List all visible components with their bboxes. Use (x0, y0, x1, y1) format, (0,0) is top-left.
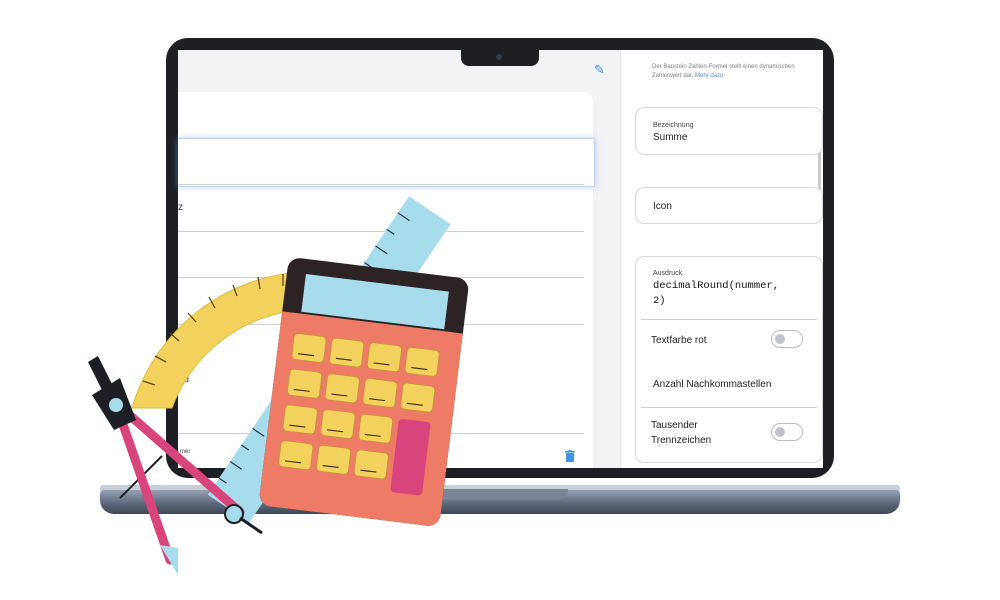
calculator-illustration (259, 258, 469, 526)
math-tools-illustration (88, 196, 469, 575)
camera (496, 54, 502, 60)
